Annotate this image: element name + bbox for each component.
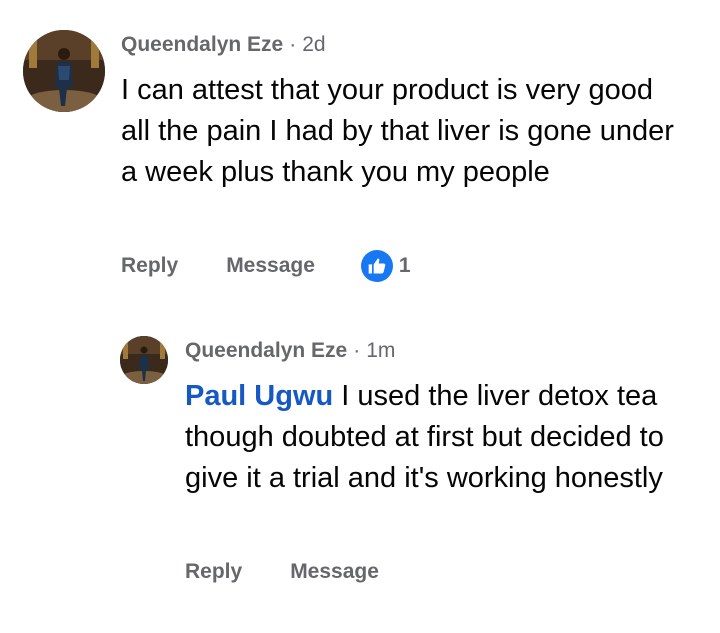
profile-photo: [23, 30, 105, 112]
avatar[interactable]: [120, 336, 168, 384]
meta-separator: ·: [353, 339, 361, 362]
meta-separator: ·: [289, 33, 297, 56]
reaction-summary[interactable]: 1: [360, 250, 411, 282]
reply-text: Paul Ugwu I used the liver detox tea tho…: [185, 376, 705, 499]
reply-actions: Reply Message: [185, 556, 379, 588]
author-name[interactable]: Queendalyn Eze: [121, 33, 283, 56]
reply-meta: Queendalyn Eze · 1m: [185, 338, 395, 364]
reaction-count: 1: [398, 254, 411, 277]
reply-button[interactable]: Reply: [121, 250, 178, 282]
message-button[interactable]: Message: [290, 556, 379, 588]
reply-comment: Queendalyn Eze · 1m Paul Ugwu I used the l…: [0, 320, 720, 620]
timestamp[interactable]: 1m: [366, 339, 395, 362]
comment: Queendalyn Eze · 2d I can attest that your…: [0, 0, 720, 300]
author-name[interactable]: Queendalyn Eze: [185, 339, 347, 362]
profile-photo: [120, 336, 168, 384]
message-button[interactable]: Message: [226, 250, 315, 282]
comment-meta: Queendalyn Eze · 2d: [121, 32, 326, 58]
avatar[interactable]: [23, 30, 105, 112]
timestamp[interactable]: 2d: [302, 33, 325, 56]
mention-link[interactable]: Paul Ugwu: [185, 380, 333, 412]
thumbs-up-icon: [360, 250, 393, 282]
comment-actions: Reply Message 1: [121, 250, 411, 282]
comment-text: I can attest that your product is very g…: [121, 74, 674, 188]
reply-button[interactable]: Reply: [185, 556, 242, 588]
